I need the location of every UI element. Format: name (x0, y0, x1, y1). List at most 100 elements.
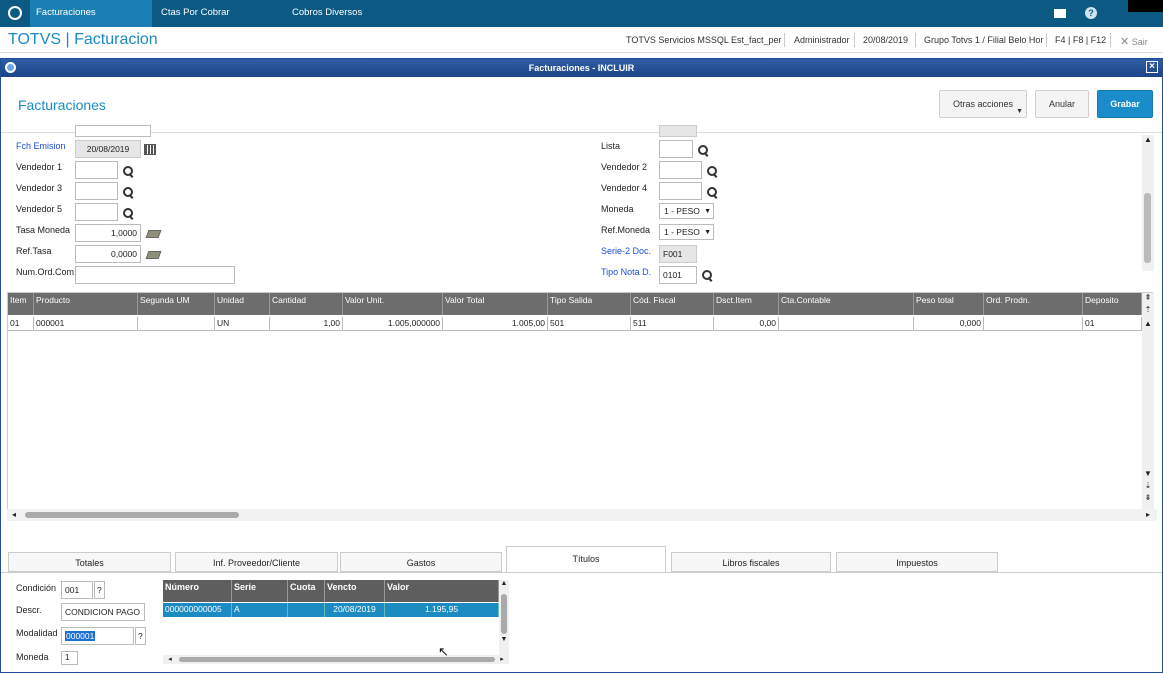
cell-deposito[interactable]: 01 (1083, 317, 1142, 331)
titulos-cell-cuota[interactable] (288, 603, 325, 617)
scroll-bottom-arrow[interactable]: ⇟ (1143, 493, 1153, 502)
cell-cta-contable[interactable] (779, 317, 914, 331)
search-icon[interactable] (707, 187, 719, 199)
cell-peso-total[interactable]: 0,000 (914, 317, 984, 331)
tipo-nota-field[interactable]: 0101 (659, 266, 697, 284)
titulos-header-numero[interactable]: Número (163, 580, 232, 602)
cancel-button[interactable]: Anular (1035, 90, 1089, 118)
search-icon[interactable] (702, 270, 714, 282)
cell-segunda-um[interactable] (138, 317, 215, 331)
search-icon[interactable] (698, 145, 710, 157)
column-header-segunda-um[interactable]: Segunda UM (138, 293, 215, 315)
moneda-field[interactable]: 1 (61, 651, 78, 665)
modalidad-field[interactable]: 000001 (61, 627, 134, 645)
ref-moneda-select[interactable]: 1 - PESO ▼ (659, 224, 714, 240)
grid-horizontal-scrollbar[interactable]: ◂ ▸ (7, 509, 1157, 521)
save-button[interactable]: Grabar (1097, 90, 1153, 118)
titulos-header-valor[interactable]: Valor (385, 580, 499, 602)
column-header-dsct-item[interactable]: Dsct.Item (714, 293, 779, 315)
partial-field[interactable] (659, 125, 697, 137)
vendedor5-field[interactable] (75, 203, 118, 221)
search-icon[interactable] (123, 208, 135, 220)
group-label[interactable]: Grupo Totvs 1 / Filial Belo Hor (924, 35, 1043, 45)
folder-tab-impuestos[interactable]: Impuestos (836, 552, 998, 572)
folder-tab-gastos[interactable]: Gastos (340, 552, 502, 572)
folder-tab-inf-proveedor-cliente[interactable]: Inf. Proveedor/Cliente (175, 552, 338, 572)
column-header-deposito[interactable]: Deposito (1083, 293, 1142, 315)
titulos-cell-serie[interactable]: A (232, 603, 288, 617)
folder-tab-totales[interactable]: Totales (8, 552, 171, 572)
column-header-cantidad[interactable]: Cantidad (270, 293, 343, 315)
column-header-item[interactable]: Item (8, 293, 34, 315)
vendedor2-field[interactable] (659, 161, 702, 179)
cell-unidad[interactable]: UN (215, 317, 270, 331)
scroll-right-arrow[interactable]: ▸ (497, 655, 507, 663)
column-header-peso-total[interactable]: Peso total (914, 293, 984, 315)
column-header-unidad[interactable]: Unidad (215, 293, 270, 315)
column-header-tipo-salida[interactable]: Tipo Salida (548, 293, 631, 315)
exit-button[interactable]: ✕ Sair (1120, 35, 1148, 48)
column-header-producto[interactable]: Producto (34, 293, 138, 315)
tab-ctas-por-cobrar[interactable]: Ctas Por Cobrar [02.9.0006]× (155, 0, 283, 43)
form-scrollbar[interactable]: ▲ (1142, 135, 1154, 271)
num-ord-com-field[interactable] (75, 266, 235, 284)
folder-tab-libros-fiscales[interactable]: Libros fiscales (671, 552, 831, 572)
shortcut-keys[interactable]: F4 | F8 | F12 (1055, 35, 1106, 45)
tasa-moneda-field[interactable]: 1,0000 (75, 224, 141, 242)
moneda-select[interactable]: 1 - PESO ▼ (659, 203, 714, 219)
scroll-down-arrow[interactable]: ▼ (1143, 469, 1153, 478)
calendar-icon[interactable] (144, 144, 156, 155)
scroll-pageup-arrow[interactable]: ⇡ (1143, 305, 1153, 314)
scroll-left-arrow[interactable]: ◂ (165, 655, 175, 663)
column-header-valor-total[interactable]: Valor Total (443, 293, 548, 315)
scroll-thumb[interactable] (501, 594, 507, 634)
scroll-top-arrow[interactable]: ⇞ (1143, 293, 1153, 302)
cell-valor-unit[interactable]: 1.005,000000 (343, 317, 443, 331)
other-actions-button[interactable]: Otras acciones ▼ (939, 90, 1027, 118)
scroll-left-arrow[interactable]: ◂ (9, 510, 19, 519)
fch-emision-field[interactable]: 20/08/2019 (75, 140, 141, 158)
cell-ord-prodn[interactable] (984, 317, 1083, 331)
titulos-cell-valor[interactable]: 1.195,95 (385, 603, 499, 617)
titulos-header-cuota[interactable]: Cuota (288, 580, 325, 602)
tab-cobros-diversos[interactable]: Cobros Diversos [02.9.0006]× (286, 0, 420, 43)
cell-producto[interactable]: 000001 (34, 317, 138, 331)
vendedor4-field[interactable] (659, 182, 702, 200)
mail-icon[interactable] (1054, 9, 1066, 18)
help-icon[interactable]: ? (1085, 7, 1097, 19)
search-icon[interactable] (123, 187, 135, 199)
cell-item[interactable]: 01 (8, 317, 34, 331)
column-header-valor-unit[interactable]: Valor Unit. (343, 293, 443, 315)
cell-dsct-item[interactable]: 0,00 (714, 317, 779, 331)
condicion-field[interactable]: 001 (61, 581, 93, 599)
scroll-thumb[interactable] (1144, 193, 1151, 263)
titulos-grid-scrollbar[interactable]: ▲ ▼ (499, 580, 509, 655)
money-icon[interactable] (145, 230, 162, 238)
column-header-cod-fiscal[interactable]: Cód. Fiscal (631, 293, 714, 315)
folder-tab-titulos[interactable]: Títulos (506, 546, 666, 573)
scroll-up-arrow[interactable]: ▲ (1143, 319, 1153, 328)
vendedor1-field[interactable] (75, 161, 118, 179)
cell-cod-fiscal[interactable]: 511 (631, 317, 714, 331)
lista-field[interactable] (659, 140, 693, 158)
modalidad-lookup-button[interactable]: ? (135, 627, 146, 645)
close-icon[interactable]: × (1146, 61, 1158, 73)
ref-tasa-field[interactable]: 0,0000 (75, 245, 141, 263)
tab-facturaciones[interactable]: Facturaciones [02.9.0005]× (30, 0, 152, 43)
scroll-thumb[interactable] (25, 512, 239, 518)
descr-field[interactable]: CONDICION PAGO (61, 603, 145, 621)
serie-doc-field[interactable]: F001 (659, 245, 697, 263)
vendedor3-field[interactable] (75, 182, 118, 200)
scroll-right-arrow[interactable]: ▸ (1143, 510, 1153, 519)
scroll-up-arrow[interactable]: ▲ (1143, 135, 1153, 144)
titulos-grid-horizontal-scrollbar[interactable]: ◂ ▸ (163, 655, 509, 664)
column-header-cta-contable[interactable]: Cta.Contable (779, 293, 914, 315)
money-icon[interactable] (145, 251, 162, 259)
titulos-header-serie[interactable]: Serie (232, 580, 288, 602)
search-icon[interactable] (707, 166, 719, 178)
scroll-down-arrow[interactable]: ▼ (499, 636, 509, 643)
titulos-cell-vencto[interactable]: 20/08/2019 (325, 603, 385, 617)
scroll-pagedown-arrow[interactable]: ⇣ (1143, 481, 1153, 490)
condicion-lookup-button[interactable]: ? (94, 581, 105, 599)
search-icon[interactable] (123, 166, 135, 178)
